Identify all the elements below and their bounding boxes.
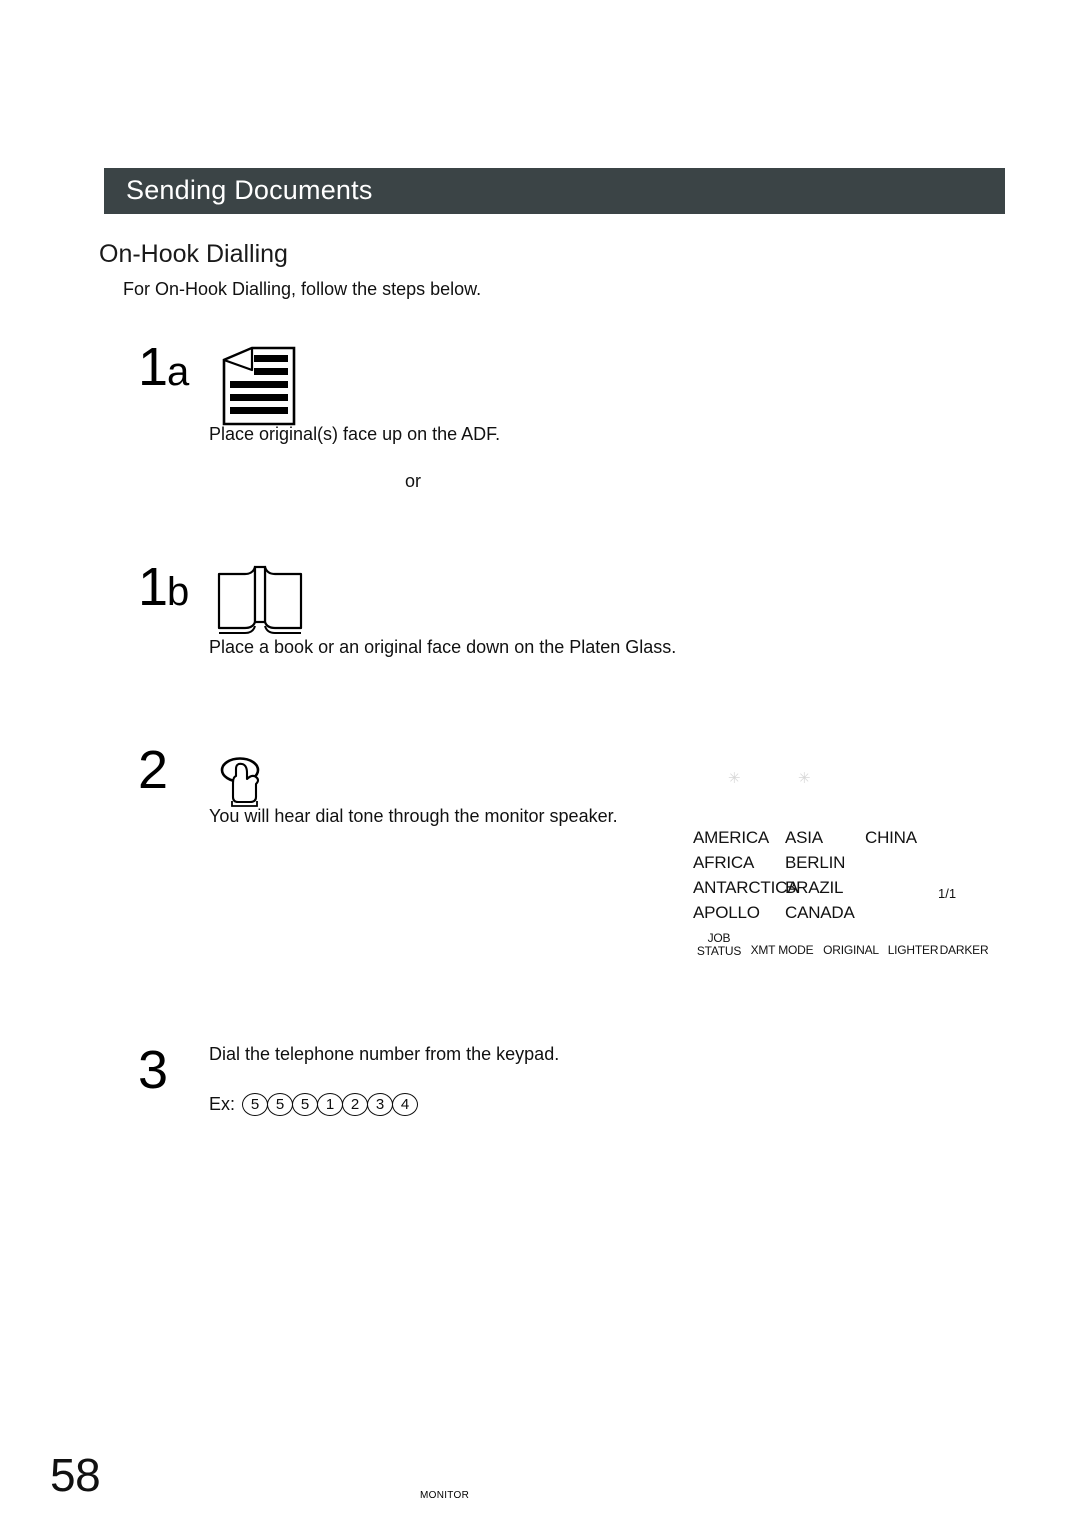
- lcd-station-entry[interactable]: AFRICA: [693, 853, 754, 873]
- lcd-page-indicator: 1/1: [938, 886, 957, 901]
- lcd-station-entry[interactable]: BRAZIL: [785, 878, 844, 898]
- lcd-marker-row: ✳ ✳: [688, 768, 978, 790]
- softkey-label-line2: STATUS: [696, 943, 742, 958]
- step-2-number: 2: [138, 740, 168, 800]
- keypad-digit-key[interactable]: 5: [292, 1093, 319, 1116]
- lcd-row: AMERICA ASIA CHINA: [693, 828, 978, 853]
- step-2-caption: You will hear dial tone through the moni…: [209, 806, 618, 826]
- softkey-job-status[interactable]: JOB STATUS: [690, 932, 748, 957]
- softkey-xmt-mode[interactable]: XMT MODE: [746, 944, 818, 957]
- softkey-label-line1: ORIGINAL: [823, 943, 879, 957]
- lcd-station-entry[interactable]: APOLLO: [693, 903, 760, 923]
- or-divider-text: or: [405, 471, 422, 491]
- example-label: Ex:: [209, 1094, 236, 1114]
- lcd-station-entry[interactable]: CHINA: [865, 828, 917, 848]
- step-1a-number: 1a: [138, 340, 189, 394]
- page-number: 58: [50, 1449, 101, 1501]
- softkey-lighter[interactable]: LIGHTER: [886, 944, 940, 957]
- hand-press-button-icon: [208, 757, 292, 809]
- step-3-caption: Dial the telephone number from the keypa…: [209, 1044, 560, 1064]
- keypad-digit-key[interactable]: 5: [267, 1093, 294, 1116]
- softkey-original[interactable]: ORIGINAL: [816, 944, 886, 957]
- lcd-softkey-row: JOB STATUS XMT MODE ORIGINAL LIGHTER DAR…: [688, 932, 989, 962]
- section-heading: On-Hook Dialling: [99, 240, 288, 268]
- step-3-number: 3: [138, 1040, 168, 1100]
- step-1a-caption: Place original(s) face up on the ADF.: [209, 424, 501, 444]
- keypad-digit-key[interactable]: 4: [392, 1093, 419, 1116]
- monitor-key-illustration: MONITOR: [208, 744, 469, 1501]
- lcd-display-panel: ✳ ✳ AMERICA ASIA CHINA AFRICA BERLIN ANT…: [688, 768, 989, 964]
- page-title: Sending Documents: [126, 175, 373, 205]
- lcd-asterisk-marker-2: ✳: [798, 770, 811, 787]
- document-face-up-icon: [212, 344, 298, 428]
- lcd-asterisk-marker-1: ✳: [728, 770, 741, 787]
- dial-example-line: Ex: 5 5 5 1 2 3 4: [209, 1093, 419, 1116]
- softkey-darker[interactable]: DARKER: [938, 944, 990, 957]
- lcd-station-entry[interactable]: BERLIN: [785, 853, 845, 873]
- lcd-station-entry[interactable]: CANADA: [785, 903, 855, 923]
- keypad-digit-key[interactable]: 3: [367, 1093, 394, 1116]
- section-intro-text: For On-Hook Dialling, follow the steps b…: [123, 279, 482, 299]
- step-1b-number: 1b: [138, 560, 189, 614]
- step-1a-number-sublabel: a: [167, 350, 190, 394]
- keypad-digit-key[interactable]: 2: [342, 1093, 369, 1116]
- softkey-label-line1: LIGHTER: [887, 943, 939, 957]
- lcd-station-grid: AMERICA ASIA CHINA AFRICA BERLIN ANTARCT…: [693, 828, 978, 928]
- lcd-row: APOLLO CANADA: [693, 903, 978, 928]
- step-1b-number-sublabel: b: [167, 570, 190, 614]
- softkey-label-line1: XMT MODE: [750, 943, 814, 957]
- softkey-label-line1: DARKER: [939, 943, 989, 957]
- step-1a-number-digit: 1: [138, 337, 168, 397]
- keypad-digit-key[interactable]: 1: [317, 1093, 344, 1116]
- monitor-key-label: MONITOR: [420, 1490, 470, 1501]
- lcd-station-entry[interactable]: ASIA: [785, 828, 823, 848]
- softkey-label-line1: JOB: [707, 931, 731, 945]
- step-1b-caption: Place a book or an original face down on…: [209, 637, 677, 657]
- lcd-row: AFRICA BERLIN: [693, 853, 978, 878]
- step-1b-number-digit: 1: [138, 557, 168, 617]
- lcd-station-entry[interactable]: AMERICA: [693, 828, 769, 848]
- lcd-row: ANTARCTICA BRAZIL: [693, 878, 978, 903]
- keypad-digit-key[interactable]: 5: [242, 1093, 269, 1116]
- lcd-station-entry[interactable]: ANTARCTICA: [693, 878, 799, 898]
- page-header-bar: Sending Documents: [104, 168, 1005, 214]
- open-book-icon: [215, 560, 305, 638]
